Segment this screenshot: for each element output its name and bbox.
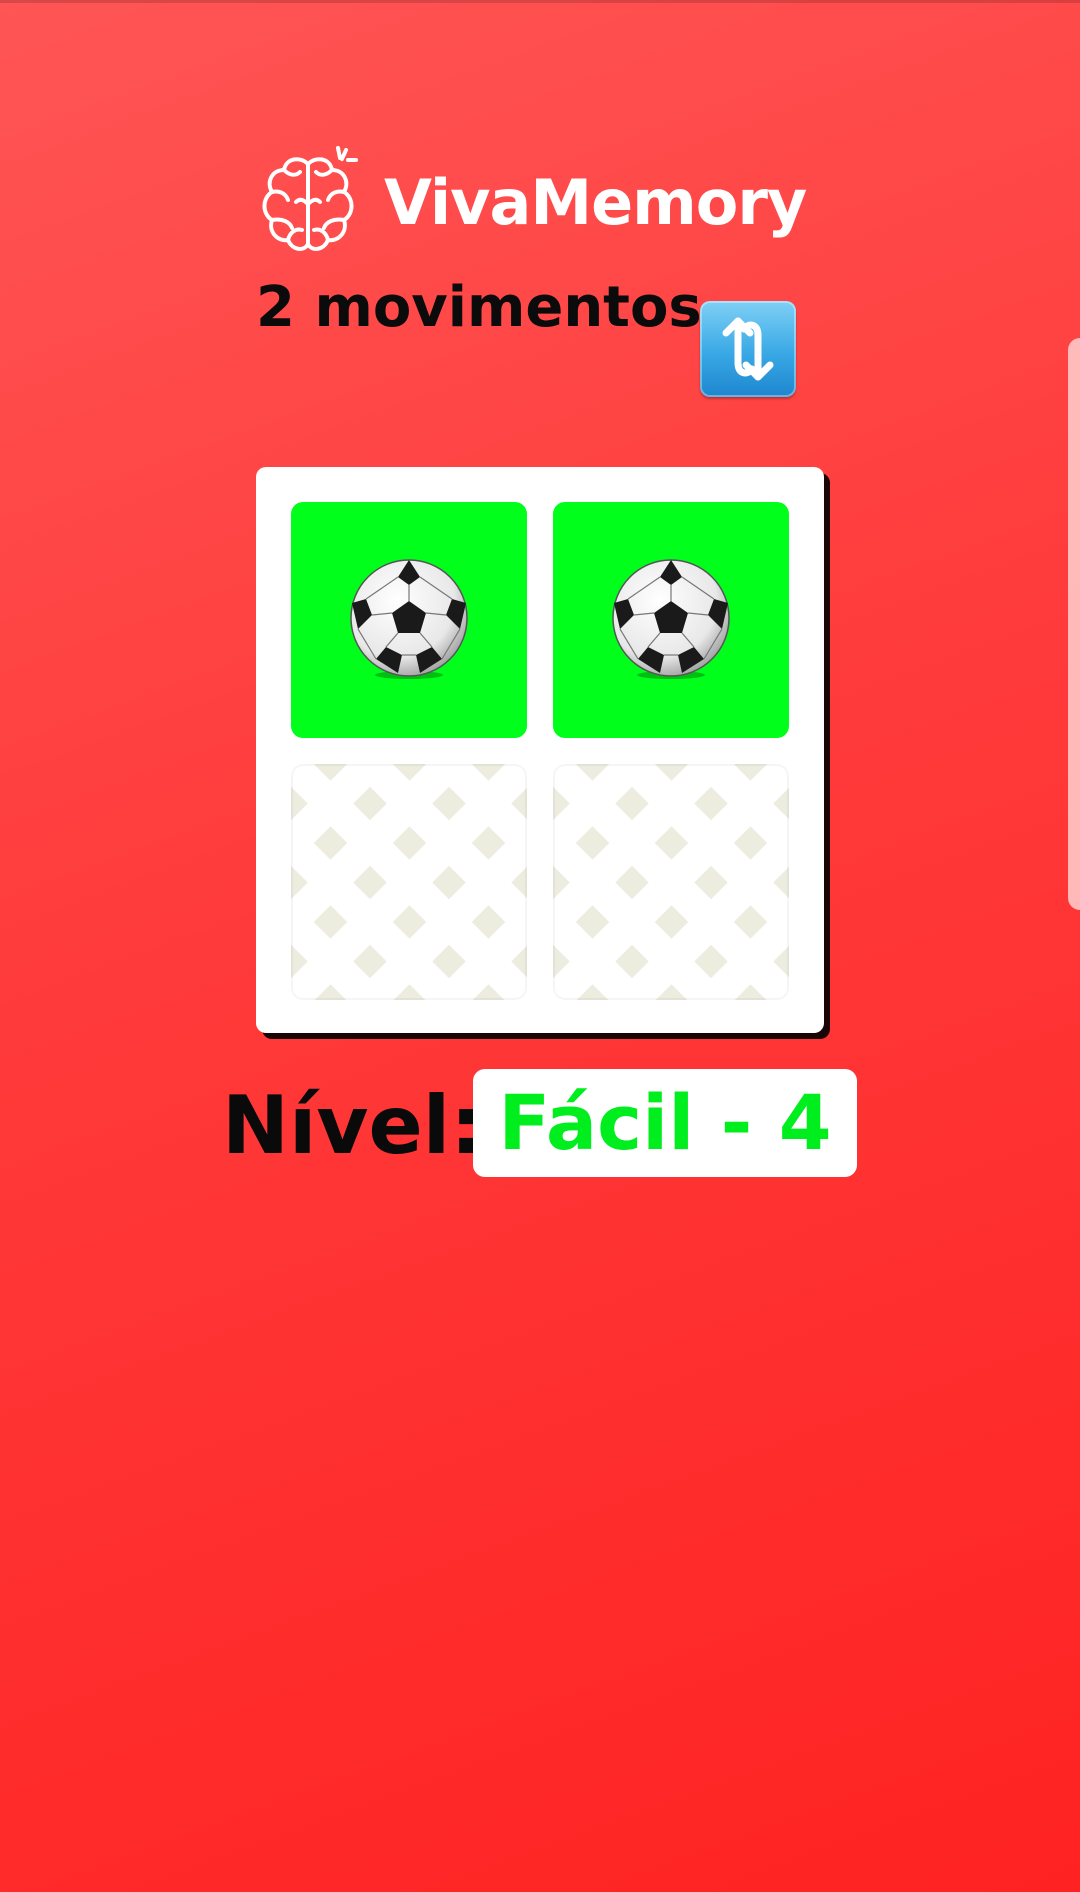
memory-card[interactable] <box>553 502 789 738</box>
soccer-ball-icon <box>612 559 730 679</box>
side-drawer-handle[interactable] <box>1068 338 1080 910</box>
level-value: Fácil - 4 <box>498 1078 832 1167</box>
memory-card-facedown[interactable] <box>291 764 527 1000</box>
restart-arrows-icon <box>722 317 774 381</box>
level-badge: Fácil - 4 <box>473 1069 857 1177</box>
moves-counter: 2 movimentos <box>256 275 702 340</box>
memory-card[interactable] <box>291 502 527 738</box>
brain-icon <box>262 146 358 251</box>
restart-button[interactable] <box>700 301 796 397</box>
app-header: VivaMemory <box>256 142 807 262</box>
level-label: Nível: <box>222 1079 483 1172</box>
top-border <box>0 0 1080 3</box>
app-title: VivaMemory <box>384 166 807 239</box>
soccer-ball-icon <box>350 559 468 679</box>
memory-card-facedown[interactable] <box>553 764 789 1000</box>
memory-board <box>256 467 824 1033</box>
